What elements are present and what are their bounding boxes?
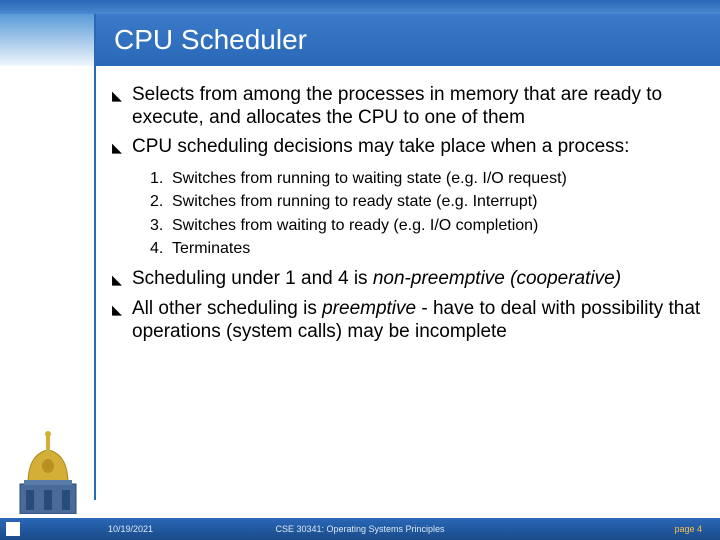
num-2-text: Switches from running to ready state (e.… — [172, 191, 538, 213]
vertical-divider — [94, 14, 96, 500]
num-2-marker: 2. — [150, 191, 172, 213]
top-accent-bar — [0, 0, 720, 14]
bullet-marker-icon: ◣ — [112, 136, 132, 160]
num-item-1: 1. Switches from running to waiting stat… — [150, 168, 702, 190]
bullet-1-text: Selects from among the processes in memo… — [132, 84, 702, 130]
corner-square-icon — [6, 522, 20, 536]
sidebar-gradient — [0, 14, 94, 66]
footer-date: 10/19/2021 — [108, 524, 153, 534]
num-1-marker: 1. — [150, 168, 172, 190]
num-item-3: 3. Switches from waiting to ready (e.g. … — [150, 215, 702, 237]
num-item-2: 2. Switches from running to ready state … — [150, 191, 702, 213]
bullet-3: ◣ Scheduling under 1 and 4 is non-preemp… — [112, 268, 702, 292]
bullet-4-pre: All other scheduling is — [132, 298, 322, 319]
num-1-text: Switches from running to waiting state (… — [172, 168, 567, 190]
bullet-3-pre: Scheduling under 1 and 4 is — [132, 268, 373, 289]
bullet-2-text: CPU scheduling decisions may take place … — [132, 136, 702, 160]
num-3-marker: 3. — [150, 215, 172, 237]
footer-course: CSE 30341: Operating Systems Principles — [275, 524, 444, 534]
slide: CPU Scheduler ◣ Selects from among the p… — [0, 0, 720, 540]
bullet-4-text: All other scheduling is preemptive - hav… — [132, 298, 702, 344]
dome-logo-icon — [18, 430, 78, 514]
slide-title: CPU Scheduler — [114, 24, 307, 56]
bullet-3-em: non-preemptive (cooperative) — [373, 268, 621, 289]
num-4-text: Terminates — [172, 238, 250, 260]
bullet-4-em: preemptive — [322, 298, 416, 319]
footer-page: page 4 — [674, 524, 702, 534]
bullet-marker-icon: ◣ — [112, 268, 132, 292]
bullet-4: ◣ All other scheduling is preemptive - h… — [112, 298, 702, 344]
numbered-list: 1. Switches from running to waiting stat… — [150, 168, 702, 260]
num-3-text: Switches from waiting to ready (e.g. I/O… — [172, 215, 538, 237]
bullet-2: ◣ CPU scheduling decisions may take plac… — [112, 136, 702, 160]
num-4-marker: 4. — [150, 238, 172, 260]
bullet-1: ◣ Selects from among the processes in me… — [112, 84, 702, 130]
bullet-3-text: Scheduling under 1 and 4 is non-preempti… — [132, 268, 702, 292]
left-sidebar — [0, 14, 94, 500]
bullet-marker-icon: ◣ — [112, 298, 132, 344]
num-item-4: 4. Terminates — [150, 238, 702, 260]
title-bar: CPU Scheduler — [94, 14, 720, 66]
content-area: ◣ Selects from among the processes in me… — [112, 78, 702, 344]
footer-bar: 10/19/2021 CSE 30341: Operating Systems … — [0, 518, 720, 540]
bullet-marker-icon: ◣ — [112, 84, 132, 130]
